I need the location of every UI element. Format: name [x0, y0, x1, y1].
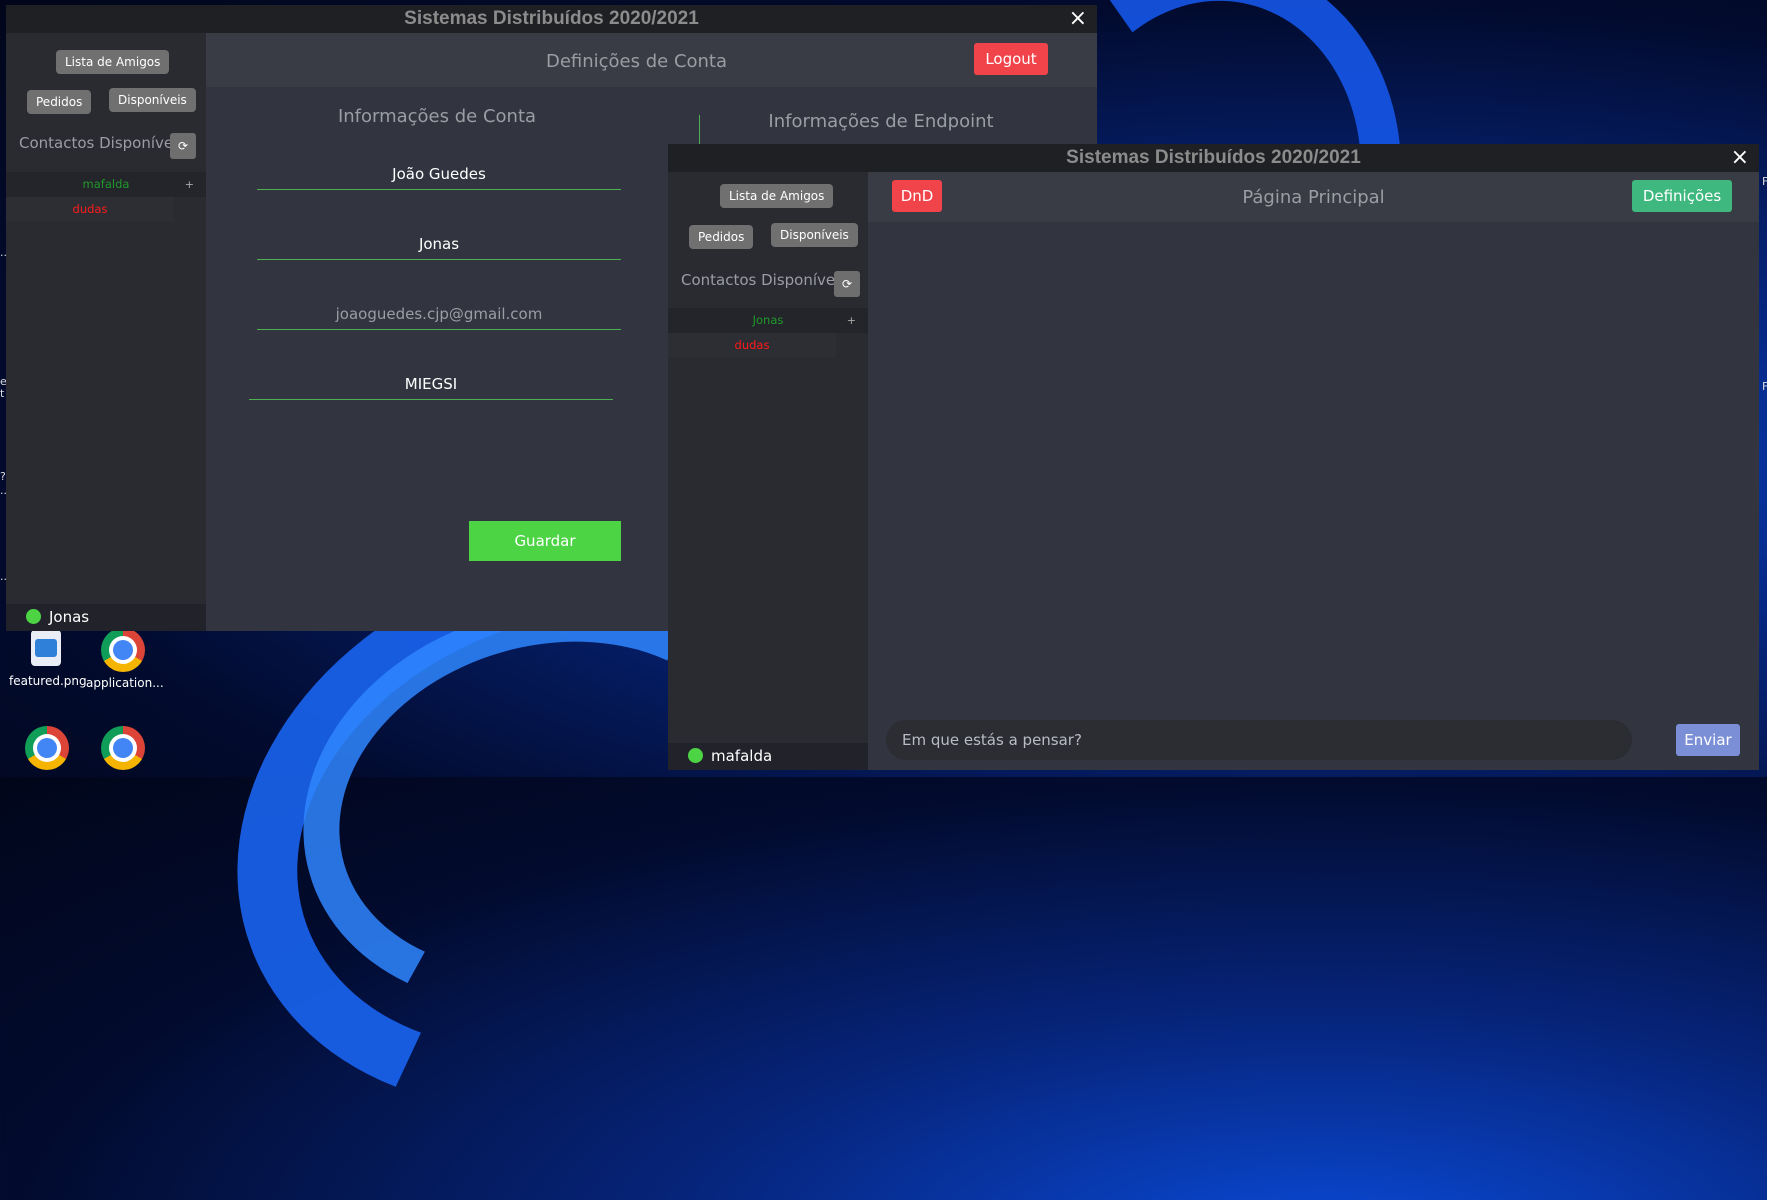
contact-name: mafalda [82, 177, 130, 191]
page-title: Página Principal [1242, 187, 1385, 208]
available-button[interactable]: Disponíveis [771, 223, 858, 247]
window-title: Sistemas Distribuídos 2020/2021 [1066, 147, 1361, 168]
sidebar: Lista de Amigos Pedidos Disponíveis Cont… [6, 33, 206, 631]
online-status-icon [688, 748, 703, 763]
friends-list-button[interactable]: Lista de Amigos [56, 50, 170, 74]
name-field[interactable]: João Guedes [257, 163, 621, 190]
contact-name: dudas [72, 202, 108, 216]
online-status-icon [26, 609, 41, 624]
logout-button[interactable]: Logout [974, 43, 1048, 75]
desktop-icon-chrome-2[interactable] [86, 726, 160, 774]
close-icon[interactable]: × [1731, 144, 1749, 172]
title-bar: Sistemas Distribuídos 2020/2021 × [6, 5, 1097, 33]
desktop-icon-label: featured.png [9, 674, 87, 688]
sidebar: Lista de Amigos Pedidos Disponíveis Cont… [668, 172, 868, 770]
available-button[interactable]: Disponíveis [109, 88, 196, 112]
email-field[interactable]: joaoguedes.cjp@gmail.com [257, 303, 621, 330]
desktop-icon-featured[interactable]: featured.png [9, 630, 87, 688]
post-input[interactable]: Em que estás a pensar? [886, 720, 1632, 760]
chrome-icon [101, 726, 145, 770]
endpoint-section-title: Informações de Endpoint [768, 111, 994, 132]
contact-item[interactable]: dudas [6, 197, 174, 222]
page-title: Definições de Conta [545, 51, 728, 72]
contact-name: dudas [734, 338, 770, 352]
account-section-title: Informações de Conta [337, 106, 537, 127]
contact-item[interactable]: Jonas + [668, 308, 868, 333]
window-title: Sistemas Distribuídos 2020/2021 [404, 8, 699, 29]
refresh-icon[interactable]: ⟳ [834, 271, 860, 297]
contact-item[interactable]: dudas [668, 333, 836, 358]
user-status-bar: Jonas [6, 604, 206, 631]
contacts-title: Contactos Disponíveis [19, 134, 186, 152]
contacts-title: Contactos Disponíveis [681, 271, 848, 289]
desktop-icon-application[interactable]: application... [86, 628, 164, 690]
desktop-icon-label: application... [86, 676, 164, 690]
settings-button[interactable]: Definições [1632, 180, 1732, 212]
contacts-list: mafalda + dudas [6, 172, 206, 222]
main-window: Sistemas Distribuídos 2020/2021 × Lista … [668, 144, 1759, 770]
requests-button[interactable]: Pedidos [27, 90, 92, 114]
status-username: Jonas [49, 608, 90, 626]
close-icon[interactable]: × [1069, 5, 1087, 33]
requests-button[interactable]: Pedidos [689, 225, 754, 249]
refresh-icon[interactable]: ⟳ [170, 133, 196, 159]
section-divider [699, 115, 700, 145]
add-contact-icon[interactable]: + [847, 308, 856, 333]
status-username: mafalda [711, 747, 773, 765]
add-contact-icon[interactable]: + [185, 172, 194, 197]
title-bar: Sistemas Distribuídos 2020/2021 × [668, 144, 1759, 172]
desktop-icon-chrome-1[interactable] [10, 726, 84, 774]
username-field[interactable]: Jonas [257, 233, 621, 260]
contact-name: Jonas [752, 313, 784, 327]
course-field[interactable]: MIEGSI [249, 373, 613, 400]
user-status-bar: mafalda [668, 743, 868, 770]
image-file-icon [31, 630, 61, 666]
save-button[interactable]: Guardar [469, 521, 621, 561]
contacts-list: Jonas + dudas [668, 308, 868, 358]
header-bar: Definições de Conta Logout [206, 33, 1097, 87]
chrome-icon [25, 726, 69, 770]
contact-item[interactable]: mafalda + [6, 172, 206, 197]
header-bar: DnD Página Principal Definições [868, 172, 1759, 222]
chrome-icon [101, 628, 145, 672]
send-button[interactable]: Enviar [1676, 724, 1740, 756]
friends-list-button[interactable]: Lista de Amigos [720, 184, 834, 208]
